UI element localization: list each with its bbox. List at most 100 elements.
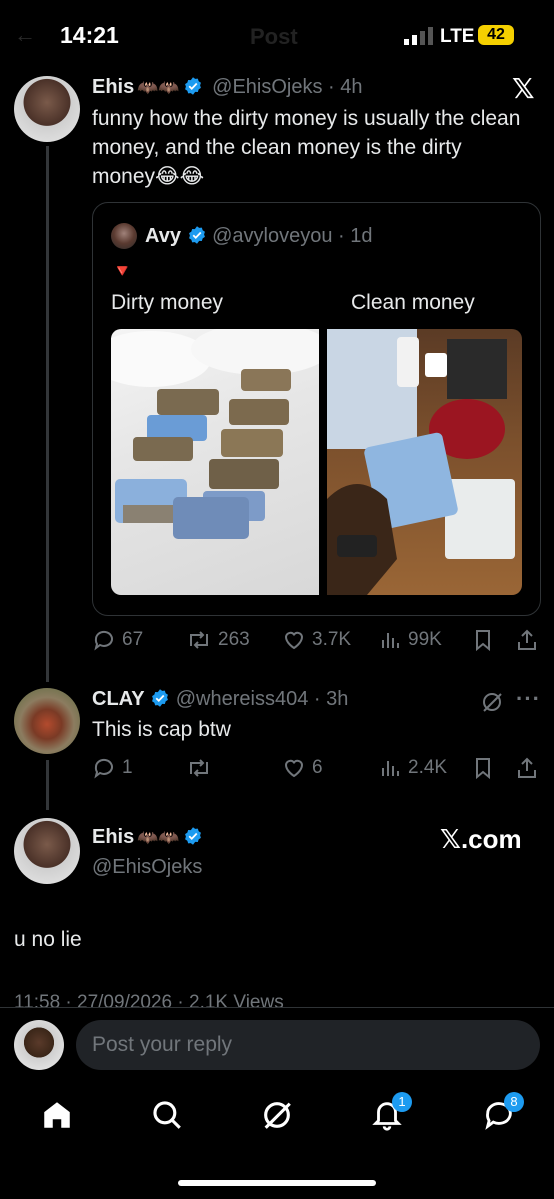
quote-author-handle: @avyloveyou — [212, 225, 333, 247]
views-button[interactable]: 99K — [380, 628, 442, 652]
battery-level: 42 — [487, 26, 505, 43]
thread-line — [46, 760, 49, 810]
reply-placeholder: Post your reply — [92, 1033, 233, 1056]
back-arrow-icon[interactable]: ← — [14, 22, 36, 48]
notifications-badge: 1 — [392, 1092, 412, 1112]
like-count: 3.7K — [312, 629, 352, 650]
reply-input[interactable]: Post your reply — [76, 1020, 540, 1070]
battery-icon: 42 — [478, 25, 514, 45]
author-name[interactable]: Ehis — [92, 76, 134, 98]
separator-dot: · — [332, 225, 351, 247]
like-button[interactable]: 3.7K — [282, 628, 351, 652]
comment-icon — [94, 758, 113, 779]
verified-badge-icon — [184, 827, 201, 845]
separator-dot: · — [322, 76, 341, 98]
nav-home[interactable] — [40, 1098, 74, 1137]
label-clean-money: Clean money — [351, 291, 475, 314]
repost-button[interactable] — [186, 756, 218, 780]
reply-author-handle[interactable]: @whereiss404 — [176, 688, 309, 710]
repost-button[interactable]: 263 — [186, 628, 250, 652]
share-icon — [518, 757, 536, 778]
status-time: 14:21 — [60, 22, 119, 48]
share-button[interactable] — [516, 756, 538, 780]
reply-actions: 1 6 2.4K — [92, 756, 542, 784]
clean-money-image[interactable] — [327, 329, 522, 595]
nav-messages[interactable]: 8 — [482, 1092, 524, 1137]
repost-icon — [190, 631, 208, 649]
messages-badge: 8 — [504, 1092, 524, 1112]
dirty-money-image[interactable] — [111, 329, 319, 595]
heart-icon — [284, 759, 304, 778]
focus-author-line: Ehis 🦇🦇 — [92, 826, 203, 849]
comment-icon — [94, 630, 113, 651]
bookmark-button[interactable] — [472, 756, 494, 780]
like-count: 6 — [312, 757, 323, 778]
quote-header: Avy @avyloveyou · 1d — [145, 225, 372, 248]
views-icon — [382, 761, 399, 776]
reply-author-name[interactable]: CLAY — [92, 688, 145, 710]
reply-header: CLAY @whereiss404 · 3h — [92, 688, 348, 711]
thread-line — [46, 146, 49, 682]
post-text: funny how the dirty money is usually the… — [92, 107, 521, 188]
red-triangle-marker: 🔻 — [111, 261, 134, 281]
more-options-icon[interactable]: ··· — [516, 686, 541, 712]
quote-card[interactable]: Avy @avyloveyou · 1d 🔻 Dirty money Clean… — [92, 202, 541, 616]
post-actions: 67 263 3.7K 99K — [92, 628, 542, 656]
view-count: 2.4K — [408, 757, 448, 778]
home-indicator — [178, 1180, 376, 1186]
signal-icon — [404, 27, 434, 50]
focus-post-text: u no lie — [14, 928, 82, 951]
post-meta-text: 11:58 · 27/09/2026 · 2.1K Views — [14, 992, 284, 1008]
reply-text: This is cap btw — [92, 718, 231, 741]
nav-notifications[interactable]: 1 — [370, 1092, 412, 1137]
x-logo-icon: 𝕏 — [512, 73, 535, 104]
avatar[interactable] — [14, 76, 80, 142]
reply-button[interactable]: 1 — [92, 756, 133, 780]
name-emoji: 🦇🦇 — [137, 828, 180, 847]
verified-badge-icon — [188, 226, 205, 244]
cash-bundles-illustration — [111, 329, 319, 539]
reply-time: 3h — [326, 688, 349, 710]
label-dirty-money: Dirty money — [111, 291, 224, 314]
x-brand-label: 𝕏.com — [440, 824, 522, 854]
network-label: LTE — [440, 26, 475, 47]
focus-avatar[interactable] — [14, 818, 80, 884]
grok-icon — [264, 1102, 291, 1129]
heart-icon — [284, 631, 304, 650]
nav-search[interactable] — [150, 1098, 184, 1137]
divider — [0, 1007, 554, 1008]
nav-grok[interactable] — [260, 1098, 294, 1137]
status-bar: ← Post 14:21 LTE 42 — [0, 0, 554, 60]
quote-author-name: Avy — [145, 225, 181, 247]
like-button[interactable]: 6 — [282, 756, 323, 780]
bottom-nav: 1 8 — [0, 1088, 554, 1148]
author-handle[interactable]: @EhisOjeks — [212, 76, 322, 98]
share-button[interactable] — [516, 628, 538, 652]
composer-avatar — [14, 1020, 64, 1070]
focus-author-handle[interactable]: @EhisOjeks — [92, 856, 202, 879]
quote-avatar — [111, 223, 137, 249]
separator-dot: · — [308, 688, 327, 710]
views-button[interactable]: 2.4K — [380, 756, 447, 780]
hand-cash-illustration — [327, 329, 515, 595]
post-header: Ehis 🦇🦇 @EhisOjeks · 4h — [92, 76, 363, 99]
grok-icon[interactable] — [480, 690, 504, 719]
reply-button[interactable]: 67 — [92, 628, 143, 652]
post-time: 4h — [340, 76, 363, 98]
reply-avatar[interactable] — [14, 688, 80, 754]
quote-time: 1d — [350, 225, 373, 247]
views-icon — [382, 633, 399, 648]
bookmark-icon — [476, 758, 490, 780]
repost-icon — [190, 759, 208, 777]
home-icon — [44, 1102, 70, 1128]
focus-author-name[interactable]: Ehis — [92, 826, 134, 848]
view-count: 99K — [408, 629, 442, 650]
repost-count: 263 — [218, 629, 250, 650]
search-icon — [153, 1101, 181, 1129]
post-meta: 11:58 · 27/09/2026 · 2.1K Views — [14, 992, 554, 1008]
bookmark-icon — [476, 630, 490, 652]
verified-badge-icon — [184, 77, 201, 95]
share-icon — [518, 629, 536, 650]
bookmark-button[interactable] — [472, 628, 494, 652]
reply-count: 67 — [122, 629, 144, 650]
